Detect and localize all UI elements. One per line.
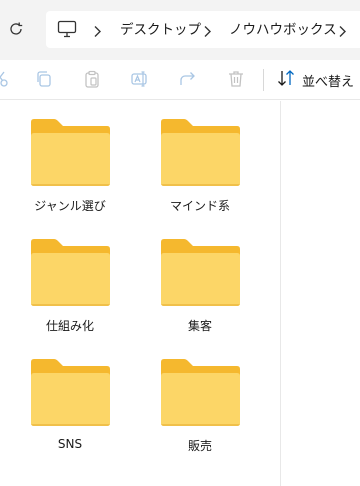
rename-icon[interactable] [130, 69, 150, 89]
folder-item[interactable]: 集客 [145, 221, 255, 333]
sort-label: 並べ替え [302, 74, 355, 90]
paste-icon[interactable] [82, 69, 102, 89]
refresh-icon[interactable] [6, 19, 26, 39]
sort-button[interactable]: 並べ替え [276, 68, 354, 92]
breadcrumb-item-current[interactable]: ノウハウボックス [229, 21, 337, 39]
folder-name: マインド系 [169, 199, 230, 213]
folder-name: ジャンル選び [34, 199, 106, 213]
breadcrumb-item-desktop[interactable]: デスクトップ [120, 21, 201, 39]
folder-item[interactable]: マインド系 [145, 101, 255, 213]
delete-icon[interactable] [226, 69, 246, 89]
folder-icon [31, 239, 110, 306]
chevron-right-icon[interactable] [202, 23, 212, 37]
toolbar-divider [263, 69, 264, 91]
folder-item[interactable]: SNS [15, 341, 125, 451]
folder-icon [161, 239, 240, 306]
folder-icon [161, 119, 240, 186]
file-list: ジャンル選び マインド系 仕組み化 集客 SNS 販売 [0, 101, 280, 486]
command-bar: 並べ替え [0, 60, 360, 100]
folder-icon [31, 119, 110, 186]
folder-item[interactable]: 販売 [145, 341, 255, 453]
folder-icon [31, 359, 110, 426]
folder-item[interactable]: 仕組み化 [15, 221, 125, 333]
sort-icon [276, 68, 296, 92]
folder-name: SNS [57, 437, 83, 451]
this-pc-icon[interactable] [57, 20, 77, 38]
chevron-right-icon[interactable] [337, 23, 347, 37]
folder-name: 販売 [187, 439, 212, 453]
share-icon[interactable] [178, 69, 198, 89]
cut-icon[interactable] [0, 69, 10, 89]
folder-icon [161, 359, 240, 426]
copy-icon[interactable] [34, 69, 54, 89]
folder-name: 集客 [187, 319, 212, 333]
folder-name: 仕組み化 [45, 319, 94, 333]
address-bar: デスクトップ ノウハウボックス [0, 0, 360, 60]
folder-item[interactable]: ジャンル選び [15, 101, 125, 213]
pane-divider[interactable] [280, 101, 281, 486]
chevron-right-icon[interactable] [92, 23, 102, 37]
